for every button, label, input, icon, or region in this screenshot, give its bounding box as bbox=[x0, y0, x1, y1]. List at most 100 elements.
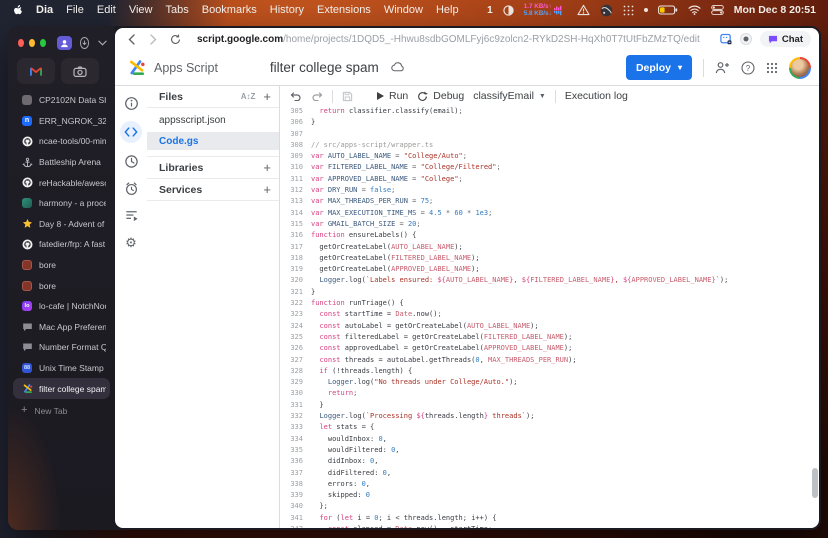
sidebar-tab[interactable]: CP2102N Data Sheet bbox=[13, 90, 110, 111]
overview-info-icon[interactable] bbox=[122, 94, 140, 112]
menu-item-file[interactable]: File bbox=[66, 4, 84, 16]
editor-code-icon[interactable] bbox=[120, 121, 142, 143]
file-code-gs[interactable]: Code.gs bbox=[147, 132, 279, 150]
apps-grid-icon[interactable] bbox=[766, 62, 778, 74]
capture-shortcut[interactable] bbox=[61, 58, 99, 84]
editor-scrollbar-thumb[interactable] bbox=[812, 468, 818, 498]
line-number: 314 bbox=[280, 208, 311, 219]
extension-blue-icon[interactable] bbox=[720, 33, 732, 45]
execution-log-button[interactable]: Execution log bbox=[565, 90, 628, 102]
code-line: 318 getOrCreateLabel(FILTERED_LABEL_NAME… bbox=[280, 253, 819, 264]
forward-button[interactable] bbox=[145, 31, 161, 47]
sidebar-tab[interactable]: reHackable/awesome-r bbox=[13, 172, 110, 193]
menu-item-help[interactable]: Help bbox=[436, 4, 459, 16]
help-icon[interactable]: ? bbox=[741, 61, 755, 75]
minimize-window-button[interactable] bbox=[29, 39, 35, 47]
sidebar-tab[interactable]: harmony - a procedural bbox=[13, 193, 110, 214]
menu-item-view[interactable]: View bbox=[129, 4, 153, 16]
share-person-add-icon[interactable] bbox=[715, 61, 730, 74]
chat-button[interactable]: Chat bbox=[760, 31, 811, 47]
executions-icon[interactable] bbox=[122, 206, 140, 224]
reload-button[interactable] bbox=[167, 31, 183, 47]
line-number: 335 bbox=[280, 445, 311, 456]
extension-round-icon[interactable] bbox=[740, 33, 752, 45]
zoom-window-button[interactable] bbox=[40, 39, 46, 47]
sort-az-icon[interactable]: A↕Z bbox=[241, 92, 256, 101]
add-service-button[interactable]: + bbox=[263, 182, 271, 197]
address-bar[interactable]: script.google.com/home/projects/1DQD5_-H… bbox=[197, 34, 700, 45]
sidebar-chevron-button[interactable] bbox=[98, 40, 107, 46]
globe-icon[interactable] bbox=[600, 4, 613, 17]
sidebar-tab[interactable]: fatedier/frp: A fast rever bbox=[13, 234, 110, 255]
menu-item-tabs[interactable]: Tabs bbox=[165, 4, 188, 16]
new-tab-button[interactable]: + New Tab bbox=[8, 401, 115, 421]
bore-icon bbox=[21, 259, 33, 271]
menu-item-edit[interactable]: Edit bbox=[97, 4, 116, 16]
add-library-button[interactable]: + bbox=[263, 160, 271, 175]
project-history-icon[interactable] bbox=[122, 152, 140, 170]
control-center-icon[interactable] bbox=[711, 5, 724, 15]
menu-item-dia[interactable]: Dia bbox=[36, 4, 53, 16]
sidebar-tab[interactable]: 88Unix Time Stamp - Epoc bbox=[13, 358, 110, 379]
back-button[interactable] bbox=[123, 31, 139, 47]
close-window-button[interactable] bbox=[18, 39, 24, 47]
sidebar-tab[interactable]: bore bbox=[13, 255, 110, 276]
chat-label: Chat bbox=[782, 34, 803, 45]
triggers-alarm-icon[interactable] bbox=[122, 179, 140, 197]
warning-icon[interactable] bbox=[577, 4, 590, 16]
line-number: 323 bbox=[280, 309, 311, 320]
code-line: 310var FILTERED_LABEL_NAME = "College/Fi… bbox=[280, 162, 819, 173]
code-line: 314var MAX_EXECUTION_TIME_MS = 4.5 * 60 … bbox=[280, 208, 819, 219]
services-label: Services bbox=[159, 184, 202, 196]
menu-item-bookmarks[interactable]: Bookmarks bbox=[202, 4, 257, 16]
sidebar-tab[interactable]: Number Format Query bbox=[13, 337, 110, 358]
code-line: 324 const autoLabel = getOrCreateLabel(A… bbox=[280, 321, 819, 332]
anchor-icon bbox=[21, 156, 33, 168]
star-icon bbox=[21, 218, 33, 230]
menu-bar-clock[interactable]: Mon Dec 8 20:51 bbox=[734, 4, 816, 16]
battery-icon[interactable] bbox=[658, 5, 678, 15]
sidebar-tab[interactable]: bore bbox=[13, 275, 110, 296]
deploy-button[interactable]: Deploy ▾ bbox=[626, 55, 692, 80]
run-button[interactable]: Run bbox=[377, 90, 408, 102]
sidebar-tab[interactable]: Day 8 - Advent of Code bbox=[13, 214, 110, 235]
sidebar-tab[interactable]: Mac App Preferences bbox=[13, 317, 110, 338]
sidebar-tab[interactable]: ncae-tools/00-mini-hac bbox=[13, 131, 110, 152]
undo-button[interactable] bbox=[290, 91, 302, 101]
function-selector[interactable]: classifyEmail ▼ bbox=[473, 90, 546, 102]
file-appsscript-json[interactable]: appsscript.json bbox=[147, 111, 279, 129]
sidebar-tab[interactable]: lolo-cafe | NotchNook bbox=[13, 296, 110, 317]
github-icon bbox=[21, 177, 33, 189]
profile-button[interactable] bbox=[57, 36, 72, 50]
libraries-label: Libraries bbox=[159, 162, 203, 174]
menu-item-window[interactable]: Window bbox=[384, 4, 423, 16]
add-file-button[interactable]: + bbox=[263, 89, 271, 104]
project-title[interactable]: filter college spam bbox=[270, 60, 379, 75]
code-line: 333 let stats = { bbox=[280, 422, 819, 433]
line-number: 332 bbox=[280, 411, 311, 422]
menu-item-history[interactable]: History bbox=[270, 4, 304, 16]
code-editor[interactable]: Run Debug classifyEmail ▼ Execution log bbox=[280, 86, 819, 528]
avatar[interactable] bbox=[789, 57, 811, 79]
downloads-button[interactable] bbox=[80, 37, 89, 49]
product-name[interactable]: Apps Script bbox=[154, 61, 218, 75]
caret-down-icon: ▼ bbox=[539, 93, 546, 100]
grid-dots-icon[interactable] bbox=[623, 5, 634, 16]
apple-icon[interactable] bbox=[12, 4, 23, 17]
save-button[interactable] bbox=[342, 91, 353, 102]
half-circle-icon[interactable] bbox=[503, 5, 514, 16]
sidebar-tab[interactable]: filter college spam - Pro bbox=[13, 378, 110, 399]
sidebar-tab-list: CP2102N Data SheetnERR_NGROK_3200 - Thnc… bbox=[8, 90, 115, 399]
sidebar-tab[interactable]: nERR_NGROK_3200 - Th bbox=[13, 111, 110, 132]
settings-gear-icon[interactable]: ⚙ bbox=[122, 233, 140, 251]
debug-button[interactable]: Debug bbox=[417, 90, 464, 102]
network-speed-widget[interactable]: 1.7 KB/s↑ 5.8 KB/s↓ bbox=[524, 3, 567, 17]
menu-item-extensions[interactable]: Extensions bbox=[317, 4, 371, 16]
net-graph-icon bbox=[554, 5, 567, 16]
redo-button[interactable] bbox=[311, 91, 323, 101]
apps-script-logo[interactable] bbox=[127, 58, 146, 77]
wifi-icon[interactable] bbox=[688, 5, 701, 15]
sidebar-tab[interactable]: Battleship Arena bbox=[13, 152, 110, 173]
code-line: 327 const threads = autoLabel.getThreads… bbox=[280, 355, 819, 366]
gmail-shortcut[interactable] bbox=[17, 58, 55, 84]
